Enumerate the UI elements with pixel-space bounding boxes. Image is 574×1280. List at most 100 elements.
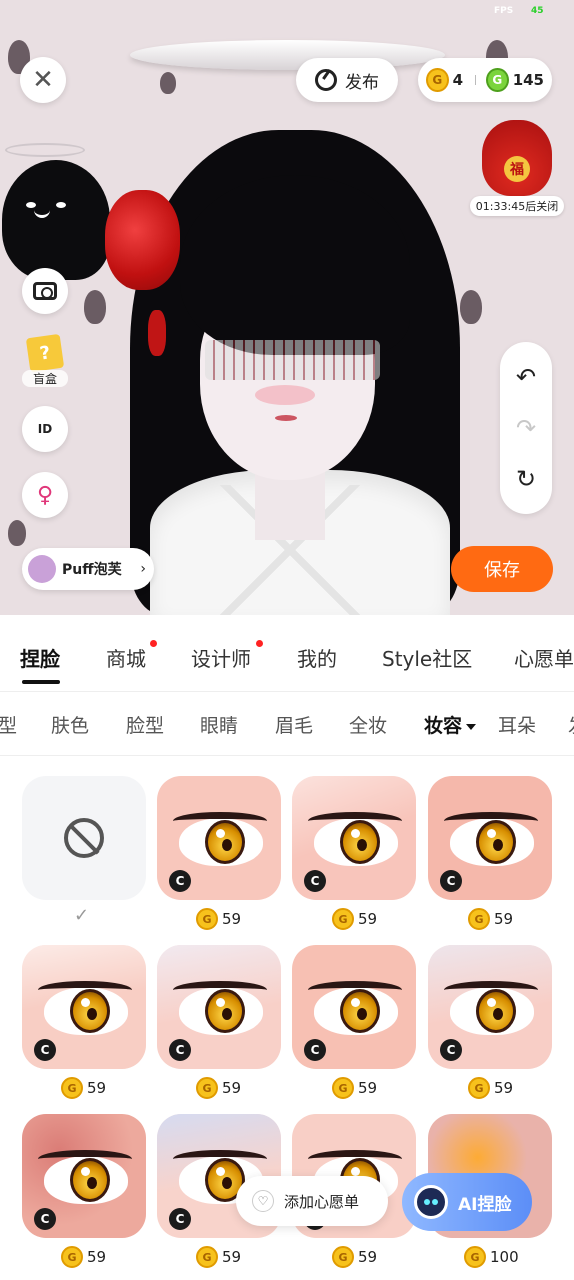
makeup-item[interactable]: C [428, 945, 552, 1069]
price-value: 100 [490, 1248, 519, 1266]
c-badge: C [440, 1039, 462, 1061]
item-none[interactable] [22, 776, 146, 900]
chevron-right-icon: › [140, 561, 146, 577]
item-price: G 59 [468, 907, 513, 931]
small-halo [5, 143, 85, 157]
customization-panel: 捏脸 商城 设计师 我的 Style社区 心愿单 型 肤色 脸型 眼睛 眉毛 全… [0, 615, 574, 1280]
tab-style-community[interactable]: Style社区 [382, 643, 472, 672]
ghost-accessory [2, 160, 110, 280]
rose-accessory [105, 190, 180, 290]
fu-badge: 福 [504, 156, 530, 182]
gold-coin-icon: G [196, 1246, 218, 1268]
caret-down-icon [466, 723, 477, 730]
no-item-icon [64, 818, 104, 858]
eye-preview [308, 979, 402, 1039]
makeup-item[interactable]: C [157, 945, 281, 1069]
ghost-eye [26, 202, 36, 208]
fps-label: FPS [494, 6, 514, 16]
heart-decoration [8, 520, 26, 546]
camera-icon [33, 282, 57, 300]
avatar-bangs [180, 175, 410, 355]
id-card-button[interactable]: ID [22, 406, 68, 452]
gold-coin-count: 4 [452, 71, 464, 89]
makeup-item[interactable]: C [157, 776, 281, 900]
tab-wishlist[interactable]: 心愿单 [514, 643, 574, 672]
subtab-skin[interactable]: 肤色 [51, 711, 89, 738]
publish-label: 发布 [345, 72, 379, 93]
gold-coin-icon: G [61, 1077, 83, 1099]
subtab-full-makeup[interactable]: 全妆 [349, 711, 387, 738]
makeup-item[interactable]: C [22, 945, 146, 1069]
subtab-makeup[interactable]: 妆容 [424, 711, 477, 738]
gold-coin-icon: G [61, 1246, 83, 1268]
makeup-item[interactable]: C [22, 1114, 146, 1238]
person-id-icon: ID [37, 422, 53, 436]
subtab-eyes[interactable]: 眼睛 [200, 711, 238, 738]
avatar-viewport[interactable]: FPS 45 ✕ 发布 G 4 G 145 福 01:33:45后关闭 ? 盲盒… [0, 0, 574, 615]
makeup-item[interactable]: C [292, 776, 416, 900]
makeup-item[interactable]: C [292, 945, 416, 1069]
price-value: 59 [222, 910, 242, 928]
currency-display[interactable]: G 4 G 145 [418, 58, 552, 102]
c-badge: C [304, 1039, 326, 1061]
c-badge: C [169, 870, 191, 892]
creator-name: Puff泡芙 [62, 562, 122, 578]
eye-preview [38, 1148, 132, 1208]
subtab-ears[interactable]: 耳朵 [498, 711, 536, 738]
eye-preview [444, 810, 538, 870]
promo-timer: 01:33:45后关闭 [470, 196, 564, 216]
selected-check-icon: ✓ [74, 905, 90, 926]
tab-mine[interactable]: 我的 [297, 643, 337, 672]
item-price: G 59 [332, 1245, 377, 1269]
rose-accessory [148, 310, 166, 356]
blind-box-button[interactable]: ? 盲盒 [22, 333, 68, 390]
price-value: 59 [358, 1248, 378, 1266]
eye-preview [444, 979, 538, 1039]
item-price: G 59 [61, 1245, 106, 1269]
item-price: G 59 [196, 1076, 241, 1100]
item-price: G 59 [332, 1076, 377, 1100]
tab-face[interactable]: 捏脸 [20, 643, 60, 672]
add-to-wishlist-button[interactable]: ♡ 添加心愿单 [236, 1176, 388, 1226]
makeup-item[interactable]: C [428, 776, 552, 900]
publish-button[interactable]: 发布 [296, 58, 398, 102]
price-value: 59 [494, 910, 514, 928]
main-tabs: 捏脸 商城 设计师 我的 Style社区 心愿单 [0, 615, 574, 691]
promo-lucky-bag[interactable]: 福 01:33:45后关闭 [470, 120, 564, 216]
price-value: 59 [222, 1248, 242, 1266]
undo-icon[interactable]: ↶ [516, 365, 536, 389]
c-badge: C [169, 1039, 191, 1061]
item-price: G 59 [196, 1245, 241, 1269]
gold-coin-icon: G [332, 908, 354, 930]
subtab-eyebrows[interactable]: 眉毛 [275, 711, 313, 738]
item-price: G 59 [196, 907, 241, 931]
tab-designer[interactable]: 设计师 [191, 643, 251, 672]
currency-divider [475, 75, 477, 85]
ai-face-button[interactable]: AI捏脸 [402, 1173, 532, 1231]
subtab-face-shape[interactable]: 脸型 [126, 711, 164, 738]
c-badge: C [169, 1208, 191, 1230]
camera-button[interactable] [22, 268, 68, 314]
c-badge: C [304, 870, 326, 892]
active-tab-indicator [22, 680, 60, 684]
female-symbol-icon: ♀ [36, 482, 54, 508]
price-value: 59 [87, 1248, 107, 1266]
redo-icon[interactable]: ↷ [516, 416, 536, 440]
subtab-shape[interactable]: 型 [0, 711, 17, 738]
c-badge: C [34, 1208, 56, 1230]
save-button[interactable]: 保存 [451, 546, 553, 592]
creator-profile-pill[interactable]: Puff泡芙 › [22, 548, 154, 590]
divider [0, 755, 574, 756]
close-button[interactable]: ✕ [20, 57, 66, 103]
ai-face-label: AI捏脸 [458, 1194, 512, 1215]
subtab-hair[interactable]: 发 [568, 711, 574, 738]
reset-icon[interactable]: ↻ [516, 467, 536, 491]
publish-icon [315, 69, 337, 91]
heart-decoration [84, 290, 106, 324]
gold-coin-icon: G [426, 68, 449, 92]
heart-icon: ♡ [252, 1190, 274, 1212]
gender-switch-button[interactable]: ♀ [22, 472, 68, 518]
price-value: 59 [87, 1079, 107, 1097]
tab-shop[interactable]: 商城 [106, 643, 146, 672]
avatar-blush [255, 385, 315, 405]
